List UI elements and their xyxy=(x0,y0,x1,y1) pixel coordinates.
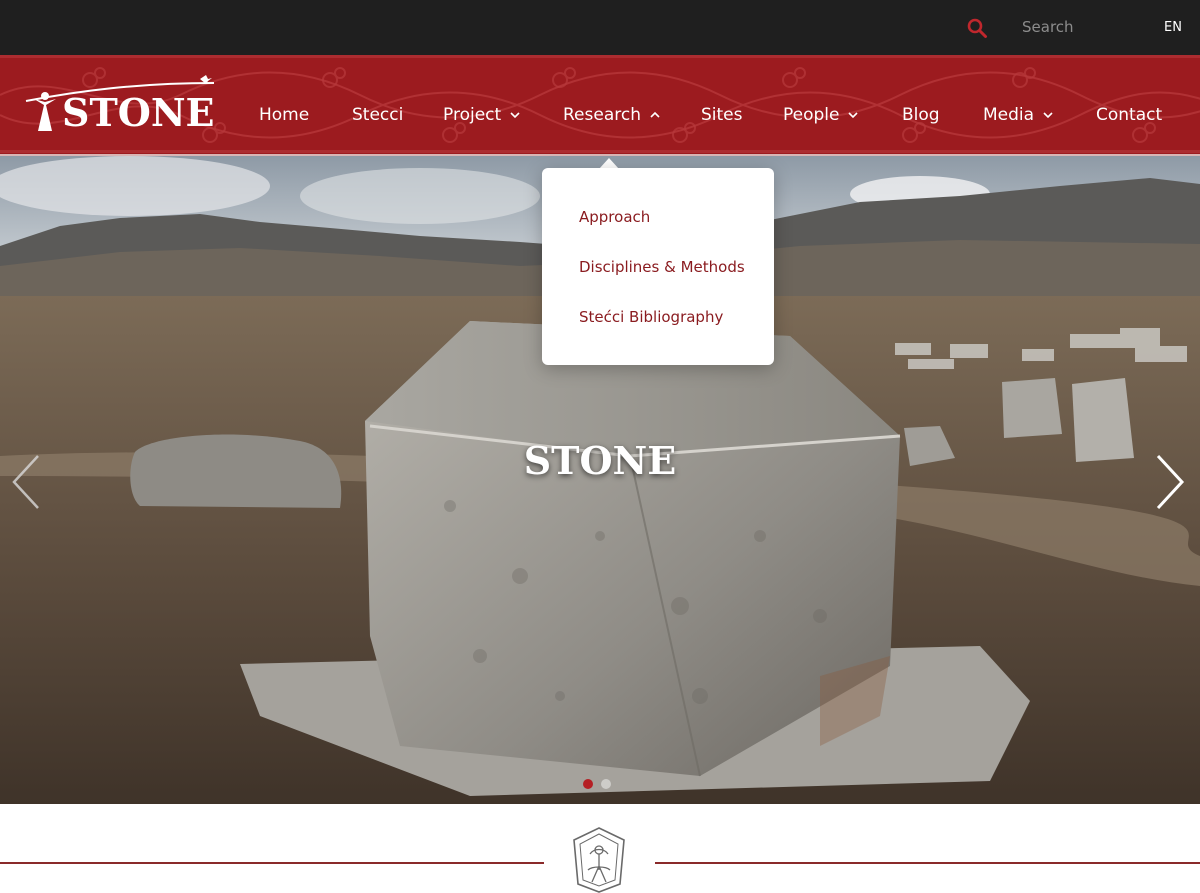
nav-label: Stecci xyxy=(352,105,404,125)
nav-item-blog[interactable]: Blog xyxy=(902,105,940,125)
research-dropdown-menu: Approach Disciplines & Methods Stećci Bi… xyxy=(542,168,774,365)
search-icon[interactable] xyxy=(966,17,988,39)
chevron-up-icon xyxy=(650,111,660,118)
nav-label: Project xyxy=(443,105,502,125)
nav-label: People xyxy=(783,105,840,125)
chevron-down-icon xyxy=(510,112,520,119)
dropdown-item-approach[interactable]: Approach xyxy=(579,208,650,226)
chevron-right-icon[interactable] xyxy=(1152,452,1188,512)
search-input[interactable] xyxy=(1010,12,1140,42)
language-switcher[interactable]: EN xyxy=(1164,20,1182,35)
nav-item-contact[interactable]: Contact xyxy=(1096,105,1162,125)
nav-label: Contact xyxy=(1096,105,1163,125)
nav-label: Home xyxy=(259,105,310,125)
nav-item-stecci[interactable]: Stecci xyxy=(352,105,403,125)
dropdown-item-disciplines-methods[interactable]: Disciplines & Methods xyxy=(579,258,745,276)
nav-item-sites[interactable]: Sites xyxy=(701,105,743,125)
emblem-icon xyxy=(573,827,625,893)
nav-item-research[interactable]: Research xyxy=(563,105,661,125)
section-divider-right xyxy=(655,862,1200,864)
chevron-down-icon xyxy=(1043,112,1053,119)
nav-label: Media xyxy=(983,105,1035,125)
section-divider-left xyxy=(0,862,544,864)
hero-title: STONE xyxy=(523,438,677,483)
nav-item-home[interactable]: Home xyxy=(259,105,309,125)
slider-pagination xyxy=(583,779,611,789)
nav-label: Research xyxy=(563,105,641,125)
nav-item-people[interactable]: People xyxy=(783,105,859,125)
top-utility-bar: EN xyxy=(0,0,1200,55)
nav-item-media[interactable]: Media xyxy=(983,105,1054,125)
chevron-down-icon xyxy=(848,112,859,119)
dropdown-item-stecci-bibliography[interactable]: Stećci Bibliography xyxy=(579,308,723,326)
chevron-left-icon[interactable] xyxy=(8,452,44,512)
slider-dot-1[interactable] xyxy=(583,779,593,789)
slider-dot-2[interactable] xyxy=(601,779,611,789)
site-header: STONE Home Stecci Project Research Sites… xyxy=(0,55,1200,156)
main-navigation: Home Stecci Project Research Sites Peopl… xyxy=(0,55,1200,156)
nav-item-project[interactable]: Project xyxy=(443,105,521,125)
nav-label: Blog xyxy=(902,105,940,125)
nav-label: Sites xyxy=(701,105,743,125)
